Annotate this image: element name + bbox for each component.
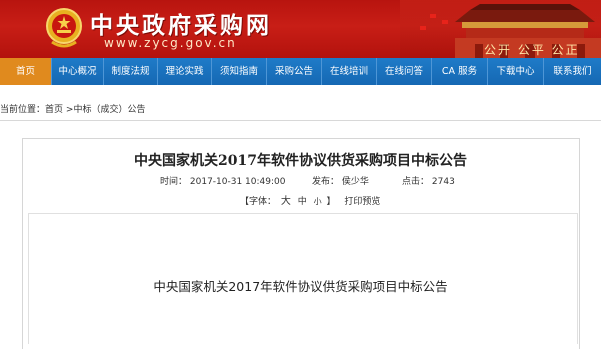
font-size-large-button[interactable]: 大 — [281, 196, 291, 207]
nav-item-home[interactable]: 首页 — [0, 58, 52, 85]
article-publisher: 发布： 侯少华 — [312, 174, 369, 187]
font-size-small-button[interactable]: 小 — [314, 197, 322, 206]
nav-item-procurement-notices[interactable]: 采购公告 — [267, 58, 322, 85]
article-content-title: 中央国家机关2017年软件协议供货采购项目中标公告 — [153, 279, 448, 294]
breadcrumb-prefix: 当前位置： — [0, 105, 46, 115]
nav-item-center-overview[interactable]: 中心概况 — [52, 58, 104, 85]
publisher-label: 发布： — [312, 177, 340, 187]
time-value: 2017-10-31 10:49:00 — [189, 177, 286, 187]
breadcrumb-home-link[interactable]: 首页 — [45, 105, 63, 115]
clicks-value: 2743 — [431, 177, 455, 187]
time-label: 时间： — [160, 177, 188, 187]
font-size-close-bracket: 】 — [326, 197, 336, 207]
font-size-medium-button[interactable]: 中 — [298, 197, 307, 207]
print-preview-link[interactable]: 打印预览 — [344, 197, 380, 207]
clicks-label: 点击： — [402, 177, 430, 187]
site-banner: 中央政府采购网 www.zycg.gov.cn 公开 公平 公正 — [0, 0, 601, 58]
nav-item-regulations[interactable]: 制度法规 — [104, 58, 158, 85]
nav-item-ca-service[interactable]: CA 服务 — [432, 58, 488, 85]
breadcrumb-section-link[interactable]: 中标（成交）公告 — [73, 105, 145, 115]
main-nav: 首页 中心概况 制度法规 理论实践 须知指南 采购公告 在线培训 在线问答 CA… — [0, 58, 601, 85]
publisher-value: 侯少华 — [341, 177, 369, 187]
article-clicks: 点击： 2743 — [402, 174, 455, 187]
site-title[interactable]: 中央政府采购网 — [90, 6, 272, 40]
nav-item-online-training[interactable]: 在线培训 — [322, 58, 377, 85]
breadcrumb-divider — [0, 120, 601, 121]
nav-item-online-qa[interactable]: 在线问答 — [377, 58, 432, 85]
nav-item-guide[interactable]: 须知指南 — [212, 58, 267, 85]
article-time: 时间： 2017-10-31 10:49:00 — [160, 174, 285, 187]
font-size-label: 【字体： — [240, 197, 277, 207]
nav-item-contact-us[interactable]: 联系我们 — [544, 58, 601, 85]
national-emblem-icon — [46, 8, 82, 48]
breadcrumb: 当前位置：首页 >中标（成交）公告 — [0, 102, 145, 115]
slogan: 公开 公平 公正 — [484, 43, 580, 57]
nav-item-download-center[interactable]: 下载中心 — [488, 58, 544, 85]
article-toolbar: 【字体： 大 中 小 】 打印预览 — [240, 192, 380, 207]
article-title: 中央国家机关2017年软件协议供货采购项目中标公告 — [134, 153, 467, 169]
nav-item-theory-practice[interactable]: 理论实践 — [158, 58, 212, 85]
site-url: www.zycg.gov.cn — [104, 36, 237, 50]
